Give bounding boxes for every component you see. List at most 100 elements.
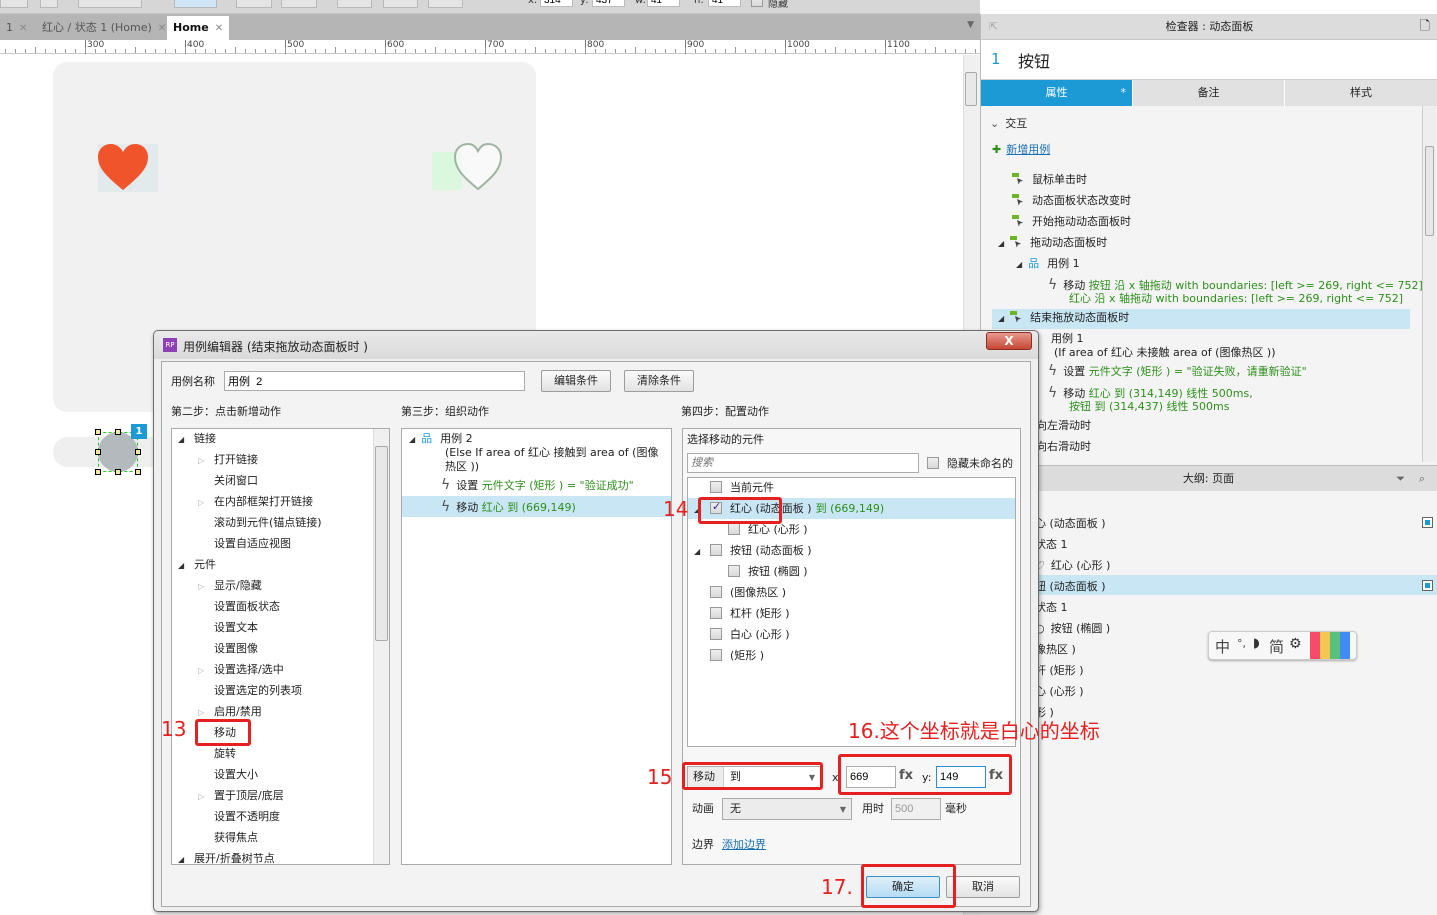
animation-select[interactable]: 无 ▼ (722, 798, 852, 820)
action-list-item[interactable]: ▷ 启用/禁用 (198, 705, 262, 720)
fill-button[interactable] (236, 0, 272, 8)
checkbox[interactable] (927, 457, 939, 469)
border-button[interactable] (337, 0, 372, 8)
outline-item[interactable]: ♡ 红心 (心形 ) (1035, 557, 1110, 573)
widget-tree-item[interactable]: (矩形 ) (710, 649, 764, 663)
resize-handle[interactable] (95, 429, 101, 435)
widget-tree-item[interactable]: 杠杆 (矩形 ) (710, 607, 790, 621)
event-item[interactable]: 动态面板状态改变时 (1012, 194, 1131, 208)
gear-icon[interactable]: ⚙ (1289, 636, 1302, 652)
widget-tree-item[interactable]: 按钮 (椭圆 ) (728, 565, 808, 579)
tab-notes[interactable]: 备注 (1133, 80, 1285, 106)
tab-home[interactable]: Home ✕ (167, 16, 230, 40)
resize-handle[interactable] (115, 429, 121, 435)
widget-checkbox[interactable] (710, 481, 722, 493)
event-item[interactable]: 向左滑动时 (1036, 419, 1091, 433)
widget-tree-item[interactable]: 白心 (心形 ) (710, 628, 790, 642)
clear-condition-button[interactable]: 清除条件 (624, 370, 694, 392)
widget-search-input[interactable] (687, 453, 919, 473)
action-list-item[interactable]: ▷ 设置选择/选中 (198, 663, 284, 678)
scrollbar-thumb[interactable] (375, 446, 388, 641)
action-item[interactable]: ϟ 移动 按钮 沿 x 轴拖动 with boundaries: [left >=… (1048, 278, 1430, 293)
event-item-selected[interactable]: ◢ 结束拖放动态面板时 (992, 309, 1410, 329)
widget-tree-item[interactable]: (图像热区 ) (710, 586, 786, 600)
tab-properties[interactable]: 属性 * (981, 80, 1133, 106)
search-icon[interactable]: ⌕ (1419, 466, 1425, 492)
inspector-scrollbar[interactable] (1422, 106, 1436, 462)
expand-triangle-icon[interactable]: ◢ (178, 433, 194, 447)
action-list-item[interactable]: 获得焦点 (198, 831, 258, 845)
action-list-item[interactable]: 设置文本 (198, 621, 258, 635)
distribute-buttons[interactable] (174, 0, 217, 8)
line-button[interactable] (281, 0, 317, 8)
action-list-item[interactable]: ▷ 在内部框架打开链接 (198, 495, 313, 510)
action-list-item[interactable]: ◢ 展开/折叠树节点 (178, 852, 275, 867)
ime-simplified[interactable]: 简 (1269, 636, 1284, 657)
action-list-item[interactable]: 滚动到元件(锚点链接) (198, 516, 322, 530)
action-item-selected[interactable]: ϟ 移动 红心 到 (669,149) (441, 500, 576, 515)
outline-item[interactable]: 心 (动态面板 ) (1035, 515, 1106, 531)
expand-triangle-icon[interactable]: ▷ (198, 706, 214, 720)
duration-input[interactable] (891, 798, 941, 820)
action-list-item[interactable]: 设置图像 (198, 642, 258, 656)
case-name-input[interactable] (224, 371, 525, 391)
expand-triangle-icon[interactable]: ◢ (409, 435, 415, 444)
widget-checkbox[interactable] (728, 565, 740, 577)
widget-checkbox[interactable] (710, 649, 722, 661)
ime-moon-icon[interactable]: ◗ (1253, 636, 1260, 651)
action-list-item[interactable]: 设置自适应视图 (198, 537, 291, 551)
expand-triangle-icon[interactable]: ▷ (198, 580, 214, 594)
event-item[interactable]: 向右滑动时 (1036, 440, 1091, 454)
close-icon[interactable]: ✕ (215, 23, 223, 34)
outline-item[interactable]: 状态 1 (1035, 536, 1068, 552)
widget-tree-item[interactable]: 当前元件 (710, 481, 774, 495)
border-style-button[interactable] (383, 0, 418, 8)
dialog-titlebar[interactable]: RP 用例编辑器 (结束拖放动态面板时 ) (154, 331, 1038, 359)
tab-style[interactable]: 样式 (1285, 80, 1437, 106)
action-item[interactable]: ϟ 设置 元件文字 (矩形 ) = "验证失败，请重新验证" (1048, 364, 1307, 379)
resize-handle[interactable] (135, 469, 141, 475)
expand-triangle-icon[interactable]: ◢ (1016, 260, 1022, 269)
y-input[interactable] (592, 0, 625, 7)
expand-triangle-icon[interactable]: ▷ (198, 496, 214, 510)
widget-tree-item[interactable]: 红心 (心形 ) (728, 523, 808, 537)
tab-menu-icon[interactable]: ▼ (967, 20, 974, 30)
action-list-item[interactable]: 设置不透明度 (198, 810, 280, 824)
widget-checkbox[interactable] (710, 628, 722, 640)
action-list-item[interactable]: 设置大小 (198, 768, 258, 782)
toolbar-button[interactable] (40, 0, 58, 8)
cancel-button[interactable]: 取消 (946, 876, 1020, 898)
action-list-item[interactable]: ▷ 打开链接 (198, 453, 258, 468)
widget-checkbox[interactable] (710, 607, 722, 619)
outline-item[interactable]: 状态 1 (1035, 599, 1068, 615)
x-input[interactable] (540, 0, 573, 7)
outline-item[interactable]: ○ 按钮 (椭圆 ) (1035, 620, 1110, 636)
ime-chinese-mode[interactable]: 中 (1215, 636, 1230, 657)
widget-checkbox[interactable] (728, 523, 740, 535)
case-item[interactable]: 用例 1 (1051, 332, 1084, 346)
collapse-icon[interactable]: ⇱ (989, 14, 998, 40)
resize-handle[interactable] (115, 469, 121, 475)
action-list-item[interactable]: 关闭窗口 (198, 474, 258, 488)
expand-triangle-icon[interactable]: ▷ (198, 664, 214, 678)
toolbar-button[interactable] (0, 0, 28, 8)
tab-red-heart-state[interactable]: 红心 / 状态 1 (Home) ✕ (36, 16, 172, 40)
close-icon[interactable]: ✕ (19, 23, 27, 34)
w-input[interactable] (647, 0, 680, 7)
action-list-item[interactable]: 设置选定的列表项 (198, 684, 302, 698)
widget-name-field[interactable]: 1 按钮 (981, 40, 1437, 80)
action-item[interactable]: ϟ 设置 元件文字 (矩形 ) = "验证成功" (441, 478, 634, 493)
action-list-item[interactable]: ◢ 链接 (178, 432, 216, 447)
widget-checkbox[interactable] (710, 544, 722, 556)
expand-triangle-icon[interactable]: ▷ (198, 790, 214, 804)
hidden-checkbox[interactable] (751, 0, 763, 7)
filter-icon[interactable]: ⏷ (1396, 466, 1405, 492)
interactions-section[interactable]: ⌄ 交互 (990, 117, 1027, 131)
outline-item[interactable]: 杆 (矩形 ) (1035, 662, 1084, 678)
arrow-button[interactable] (428, 0, 463, 8)
outline-item-selected[interactable]: 钮 (动态面板 ) (1035, 578, 1106, 594)
action-list-item[interactable]: ▷ 置于顶层/底层 (198, 789, 284, 804)
resize-handle[interactable] (95, 449, 101, 455)
event-item[interactable]: ◢ 拖动动态面板时 (998, 236, 1107, 251)
scrollbar-thumb[interactable] (1425, 146, 1434, 236)
